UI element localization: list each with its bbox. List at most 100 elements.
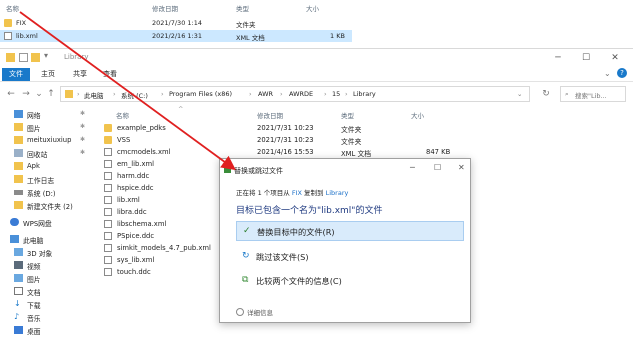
list-item[interactable]: cmcmodels.xml 2021/4/16 15:53 XML 文档 847… — [100, 147, 520, 158]
pin-icon[interactable]: ✱ — [80, 110, 85, 117]
close-button[interactable]: ✕ — [602, 51, 628, 65]
breadcrumb-separator-icon: › — [280, 90, 283, 98]
copy-icon — [224, 166, 231, 173]
breadcrumb-awrde[interactable]: AWRDE — [289, 90, 313, 98]
search-placeholder: 搜索"Lib... — [575, 92, 607, 100]
window-title: Library — [64, 53, 89, 61]
list-item[interactable]: example_pdks 2021/7/31 10:23 文件夹 — [100, 123, 520, 134]
tab-file[interactable]: 文件 — [2, 68, 30, 81]
sidebar-item-label: 此电脑 — [23, 237, 44, 245]
list-item[interactable]: FIX 2021/7/30 1:14 文件夹 — [0, 17, 352, 29]
more-details-toggle[interactable]: 详细信息 — [236, 307, 273, 317]
conflict-message: 目标已包含一个名为"lib.xml"的文件 — [236, 206, 383, 216]
tab-share[interactable]: 共享 — [66, 68, 94, 81]
file-type: 文件夹 — [341, 138, 362, 146]
col-date[interactable]: 修改日期 — [152, 3, 178, 13]
sidebar-item-label: 工作日志 — [27, 177, 55, 185]
file-name: example_pdks — [117, 124, 166, 132]
network-icon — [14, 110, 23, 118]
pin-icon[interactable]: ✱ — [80, 136, 85, 143]
col-size[interactable]: 大小 — [306, 3, 319, 13]
back-arrow-icon[interactable]: ← — [5, 88, 17, 100]
quick-access-save-icon[interactable] — [19, 53, 28, 62]
dialog-close-button[interactable]: ✕ — [458, 163, 465, 172]
skip-file-option[interactable]: ↻ 跳过该文件(S) — [236, 247, 464, 267]
breadcrumb-version[interactable]: 15 — [332, 90, 340, 98]
up-arrow-icon[interactable]: ↑ — [45, 88, 57, 100]
maximize-button[interactable]: ☐ — [573, 51, 599, 65]
sidebar-item-label: 图片 — [27, 276, 41, 284]
address-dropdown-icon[interactable]: ⌄ — [517, 90, 522, 98]
col-type[interactable]: 类型 — [236, 3, 249, 13]
video-icon — [14, 261, 23, 269]
recycle-bin-icon — [14, 149, 23, 157]
ribbon-expand-icon[interactable]: ⌄ — [604, 69, 611, 78]
file-name: harm.ddc — [117, 172, 150, 180]
column-header-name[interactable]: 名称 — [116, 110, 129, 120]
col-name[interactable]: 名称 — [6, 3, 19, 13]
address-folder-icon — [65, 90, 73, 98]
breadcrumb-separator-icon: › — [345, 90, 348, 98]
column-header-type[interactable]: 类型 — [341, 110, 354, 120]
breadcrumb-library[interactable]: Library — [353, 90, 376, 98]
breadcrumb-awr[interactable]: AWR — [258, 90, 273, 98]
destination-folder-link[interactable]: Library — [326, 189, 349, 197]
source-folder-link[interactable]: FIX — [292, 189, 302, 197]
compare-files-option[interactable]: ⧉ 比较两个文件的信息(C) — [236, 271, 464, 291]
cloud-icon — [10, 218, 19, 226]
file-name: em_lib.xml — [117, 160, 154, 168]
sidebar-item-label: 下载 — [27, 302, 41, 310]
tab-home[interactable]: 主页 — [34, 68, 62, 81]
breadcrumb-this-pc[interactable]: 此电脑 — [84, 90, 104, 100]
search-input[interactable]: ⌕ 搜索"Lib... — [560, 86, 626, 102]
computer-icon — [10, 235, 19, 243]
copy-mid: 复制到 — [304, 189, 324, 197]
list-item-selected[interactable]: lib.xml 2021/2/16 1:31 XML 文档 1 KB — [0, 30, 352, 42]
pin-icon[interactable]: ✱ — [80, 123, 85, 130]
address-bar[interactable]: › 此电脑 › 系统 (C:) › Program Files (x86) › … — [60, 86, 530, 102]
sidebar-item-label: 新建文件夹 (2) — [27, 203, 73, 211]
background-column-header: 名称 修改日期 类型 大小 — [0, 0, 352, 14]
folder-icon — [14, 136, 23, 144]
column-header-date[interactable]: 修改日期 — [257, 110, 283, 120]
file-icon — [104, 160, 112, 168]
dialog-minimize-button[interactable]: ─ — [410, 163, 415, 172]
breadcrumb-drive[interactable]: 系统 (C:) — [121, 90, 148, 100]
music-icon: ♪ — [14, 312, 20, 321]
column-header-size[interactable]: 大小 — [411, 110, 424, 120]
sidebar-item-label: 桌面 — [27, 328, 41, 336]
forward-arrow-icon[interactable]: → — [20, 88, 32, 100]
file-date: 2021/7/31 10:23 — [257, 136, 314, 144]
list-item[interactable]: VSS 2021/7/31 10:23 文件夹 — [100, 135, 520, 146]
file-icon — [104, 148, 112, 156]
breadcrumb-separator-icon: › — [324, 90, 327, 98]
folder-icon — [104, 124, 112, 132]
option-label: 替换目标中的文件(R) — [257, 227, 335, 237]
title-bar: ▾ Library ─ ☐ ✕ — [0, 49, 633, 67]
quick-access-folder-icon[interactable] — [31, 53, 40, 62]
sidebar-item-label: meituxiuxiup — [27, 136, 72, 144]
breadcrumb-separator-icon: › — [113, 90, 116, 98]
dialog-title: 替换或跳过文件 — [234, 167, 283, 175]
refresh-icon[interactable]: ↻ — [540, 88, 552, 100]
recent-dropdown-icon[interactable]: ⌄ — [33, 88, 45, 100]
file-icon — [104, 208, 112, 216]
pin-icon[interactable]: ✱ — [80, 149, 85, 156]
quick-access-dropdown-icon[interactable]: ▾ — [44, 51, 48, 60]
checkmark-icon: ✓ — [243, 226, 251, 236]
sidebar-item-label: Apk — [27, 162, 40, 170]
file-name: simkit_models_4.7_pub.xml — [117, 244, 211, 252]
tab-view[interactable]: 查看 — [96, 68, 124, 81]
file-name: PSpice.ddc — [117, 232, 155, 240]
breadcrumb-program-files[interactable]: Program Files (x86) — [169, 90, 232, 98]
download-icon: ↓ — [14, 299, 21, 308]
replace-file-option[interactable]: ✓ 替换目标中的文件(R) — [236, 221, 464, 241]
minimize-button[interactable]: ─ — [545, 51, 571, 65]
navigation-pane: 网络 ✱ 图片 ✱ meituxiuxiup ✱ 回收站 ✱ Apk 工作日志 — [0, 107, 96, 348]
help-icon[interactable]: ? — [617, 68, 627, 78]
file-icon — [104, 268, 112, 276]
folder-icon — [14, 162, 23, 170]
copy-prefix: 正在将 1 个项目从 — [236, 189, 290, 197]
ribbon: 文件 主页 共享 查看 ⌄ ? — [0, 67, 633, 82]
dialog-maximize-button[interactable]: ☐ — [434, 163, 441, 172]
